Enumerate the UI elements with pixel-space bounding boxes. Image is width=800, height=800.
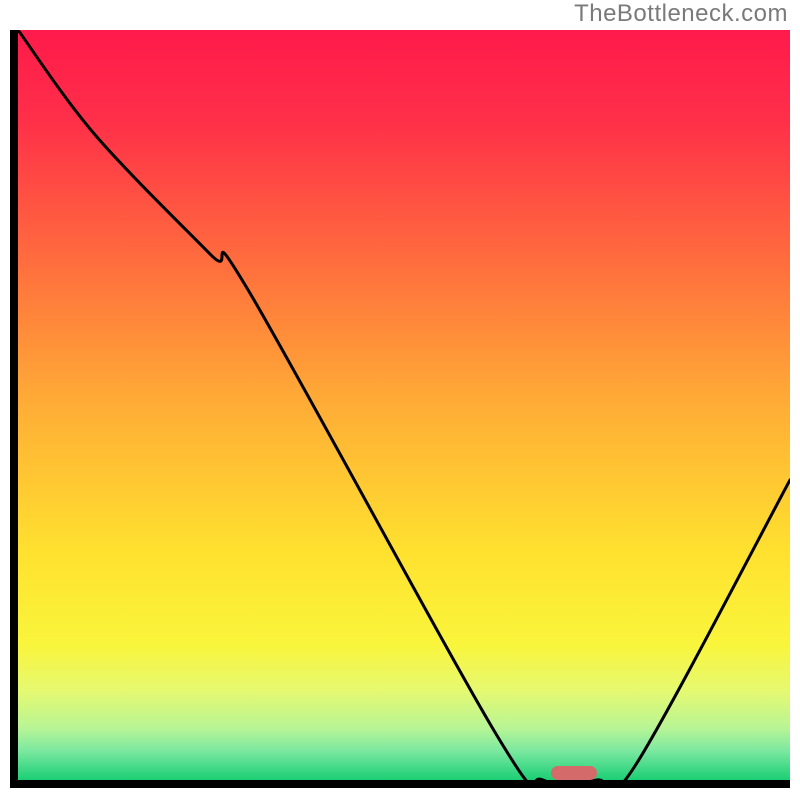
x-axis-line [10, 780, 790, 788]
optimal-marker [551, 766, 597, 780]
gradient-background [18, 30, 790, 780]
y-axis-line [10, 30, 18, 788]
plot-area [18, 30, 790, 780]
watermark-text: TheBottleneck.com [574, 0, 788, 28]
chart-container: TheBottleneck.com [0, 0, 800, 800]
